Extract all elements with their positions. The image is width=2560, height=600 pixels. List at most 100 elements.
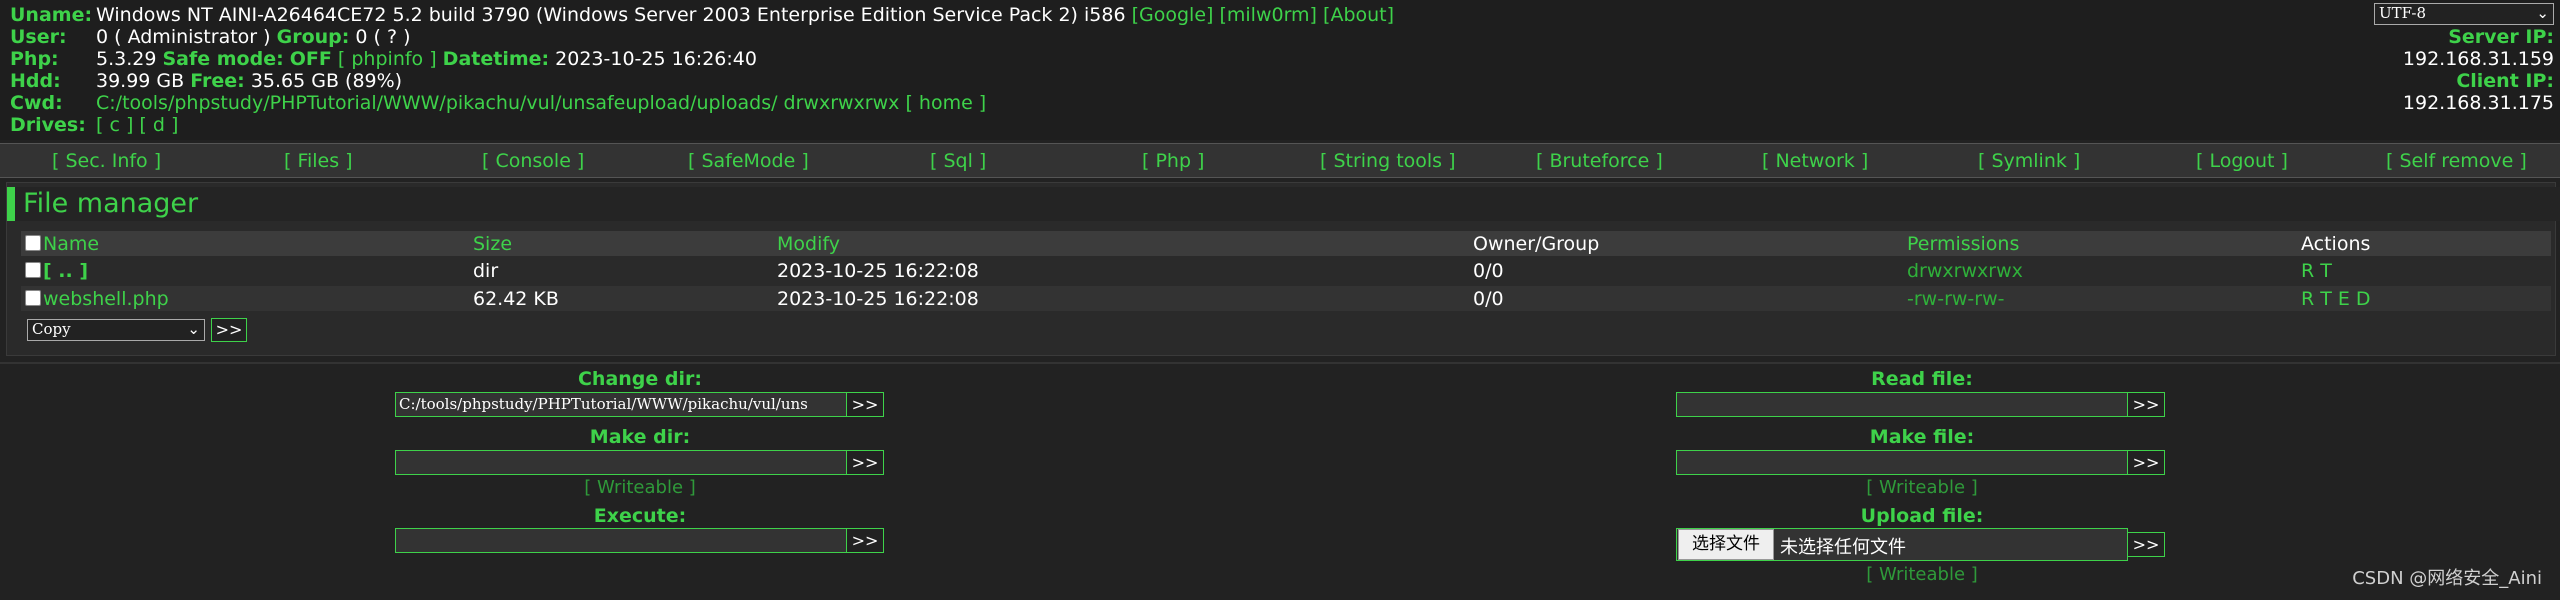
- free-value: 35.65 GB (89%): [250, 70, 403, 92]
- menu-files[interactable]: [ Files ]: [284, 150, 353, 172]
- file-owner: 0/0: [1473, 288, 1504, 310]
- row-checkbox[interactable]: [25, 262, 41, 278]
- php-version: 5.3.29: [96, 48, 157, 70]
- read-file-go-button[interactable]: >>: [2127, 392, 2165, 417]
- group-value: 0 ( ? ): [355, 26, 411, 48]
- col-name-header[interactable]: Name: [43, 233, 99, 255]
- make-file-writeable: [ Writeable ]: [1866, 477, 1978, 498]
- datetime-value: 2023-10-25 16:26:40: [555, 48, 757, 70]
- charset-select[interactable]: UTF-8 ⌄: [2374, 3, 2554, 25]
- file-manager-title: File manager: [23, 188, 199, 219]
- file-modify: 2023-10-25 16:22:08: [777, 260, 979, 282]
- table-header: Name Size Modify Owner/Group Permissions…: [21, 231, 2551, 256]
- cwd-label: Cwd:: [10, 92, 63, 114]
- file-permissions-link[interactable]: drwxrwxrwx: [1907, 260, 2023, 282]
- menu-string-tools[interactable]: [ String tools ]: [1320, 150, 1456, 172]
- file-modify: 2023-10-25 16:22:08: [777, 288, 979, 310]
- change-dir-go-button[interactable]: >>: [846, 392, 884, 417]
- menu-logout[interactable]: [ Logout ]: [2196, 150, 2288, 172]
- file-actions[interactable]: R T: [2301, 260, 2332, 282]
- about-link[interactable]: [About]: [1323, 4, 1394, 26]
- chevron-down-icon: ⌄: [2536, 4, 2549, 22]
- upload-file-status: 未选择任何文件: [1780, 537, 1906, 558]
- home-link[interactable]: [ home ]: [905, 92, 986, 114]
- make-file-input[interactable]: [1676, 450, 2128, 475]
- table-row: [ .. ] dir 2023-10-25 16:22:08 0/0 drwxr…: [21, 258, 2551, 283]
- file-size: dir: [473, 260, 499, 282]
- col-permissions-header[interactable]: Permissions: [1907, 233, 2019, 255]
- make-file-label: Make file:: [1869, 426, 1975, 448]
- uname-label: Uname:: [10, 4, 93, 26]
- file-size: 62.42 KB: [473, 288, 559, 310]
- safe-mode-value: OFF: [289, 48, 332, 70]
- file-manager-panel: File manager Name Size Modify Owner/Grou…: [6, 182, 2560, 356]
- hdd-value: 39.99 GB: [96, 70, 185, 92]
- file-permissions-link[interactable]: -rw-rw-rw-: [1907, 288, 2004, 310]
- file-name-link[interactable]: [ .. ]: [43, 260, 88, 282]
- group-label: Group:: [276, 26, 350, 48]
- make-dir-input[interactable]: [395, 450, 847, 475]
- free-label: Free:: [190, 70, 245, 92]
- make-file-go-button[interactable]: >>: [2127, 450, 2165, 475]
- cwd-path-link[interactable]: C:/tools/phpstudy/PHPTutorial/WWW/pikach…: [96, 92, 778, 114]
- change-dir-input[interactable]: C:/tools/phpstudy/PHPTutorial/WWW/pikach…: [395, 392, 847, 417]
- bulk-action-select[interactable]: Copy ⌄: [27, 319, 205, 341]
- main-menu: [ Sec. Info ] [ Files ] [ Console ] [ Sa…: [0, 143, 2560, 178]
- upload-writeable: [ Writeable ]: [1866, 564, 1978, 585]
- uname-value: Windows NT AINI-A26464CE72 5.2 build 379…: [96, 4, 1126, 26]
- col-owner-header: Owner/Group: [1473, 233, 1600, 255]
- menu-self-remove[interactable]: [ Self remove ]: [2386, 150, 2527, 172]
- row-checkbox[interactable]: [25, 290, 41, 306]
- menu-bruteforce[interactable]: [ Bruteforce ]: [1536, 150, 1663, 172]
- menu-php[interactable]: [ Php ]: [1142, 150, 1204, 172]
- phpinfo-link[interactable]: [ phpinfo ]: [338, 48, 437, 70]
- datetime-label: Datetime:: [442, 48, 550, 70]
- file-name-link[interactable]: webshell.php: [43, 288, 169, 310]
- drive-d-link[interactable]: [ d ]: [139, 114, 178, 136]
- server-info-header: Uname: Windows NT AINI-A26464CE72 5.2 bu…: [0, 0, 2560, 140]
- col-modify-header[interactable]: Modify: [777, 233, 840, 255]
- hdd-label: Hdd:: [10, 70, 61, 92]
- upload-go-button[interactable]: >>: [2127, 532, 2165, 557]
- file-owner: 0/0: [1473, 260, 1504, 282]
- col-actions-header: Actions: [2301, 233, 2371, 255]
- chevron-down-icon: ⌄: [187, 320, 200, 338]
- safe-mode-label: Safe mode:: [162, 48, 284, 70]
- col-size-header[interactable]: Size: [473, 233, 512, 255]
- read-file-label: Read file:: [1871, 368, 1973, 390]
- server-ip-label: Server IP:: [2448, 26, 2554, 48]
- client-ip-value: 192.168.31.175: [2402, 92, 2554, 114]
- server-ip-value: 192.168.31.159: [2402, 48, 2554, 70]
- upload-file-label: Upload file:: [1860, 505, 1984, 527]
- menu-console[interactable]: [ Console ]: [482, 150, 584, 172]
- charset-selected: UTF-8: [2379, 4, 2426, 22]
- milw0rm-link[interactable]: [milw0rm]: [1219, 4, 1317, 26]
- change-dir-label: Change dir:: [577, 368, 702, 390]
- make-dir-go-button[interactable]: >>: [846, 450, 884, 475]
- read-file-input[interactable]: [1676, 392, 2128, 417]
- table-row: webshell.php 62.42 KB 2023-10-25 16:22:0…: [21, 286, 2551, 311]
- menu-sql[interactable]: [ Sql ]: [930, 150, 986, 172]
- menu-safemode[interactable]: [ SafeMode ]: [688, 150, 809, 172]
- user-value: 0 ( Administrator ): [96, 26, 271, 48]
- file-actions[interactable]: R T E D: [2301, 288, 2371, 310]
- file-manager-title-bar: File manager: [7, 187, 2560, 221]
- bulk-action-go-button[interactable]: >>: [211, 318, 247, 342]
- menu-symlink[interactable]: [ Symlink ]: [1978, 150, 2080, 172]
- google-link[interactable]: [Google]: [1132, 4, 1214, 26]
- execute-input[interactable]: [395, 528, 847, 553]
- bulk-action-selected: Copy: [32, 320, 71, 338]
- execute-label: Execute:: [593, 505, 687, 527]
- drive-c-link[interactable]: [ c ]: [96, 114, 133, 136]
- select-all-checkbox[interactable]: [25, 235, 41, 251]
- choose-file-button[interactable]: 选择文件: [1678, 529, 1774, 560]
- execute-go-button[interactable]: >>: [846, 528, 884, 553]
- user-label: User:: [10, 26, 67, 48]
- client-ip-label: Client IP:: [2456, 70, 2554, 92]
- make-dir-label: Make dir:: [589, 426, 691, 448]
- menu-network[interactable]: [ Network ]: [1762, 150, 1868, 172]
- cwd-permissions: drwxrwxrwx: [783, 92, 900, 114]
- make-dir-writeable: [ Writeable ]: [584, 477, 696, 498]
- menu-sec-info[interactable]: [ Sec. Info ]: [52, 150, 161, 172]
- tools-panel: Change dir: C:/tools/phpstudy/PHPTutoria…: [0, 362, 2560, 600]
